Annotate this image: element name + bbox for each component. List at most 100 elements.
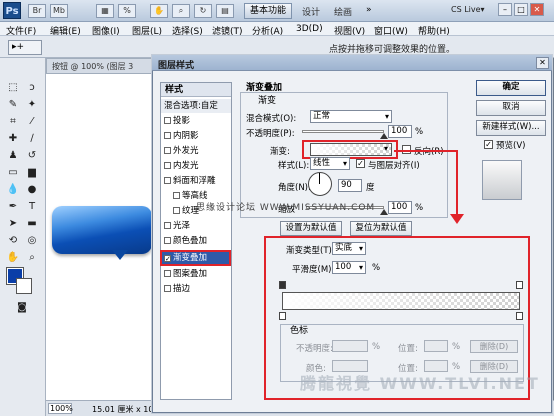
cs-live-menu[interactable]: CS Live▾	[451, 5, 485, 14]
reset-default-button[interactable]: 复位为默认值	[350, 221, 412, 236]
delete-opacity-stop-button[interactable]: 删除(D)	[470, 340, 518, 353]
crop-tool-icon[interactable]: ⌗	[4, 114, 22, 130]
shape-tool-icon[interactable]: ▬	[23, 216, 41, 232]
zoom-tool-icon[interactable]: ⌕	[172, 4, 190, 18]
clone-stamp-tool-icon[interactable]: ♟	[4, 148, 22, 164]
style-item-color-overlay[interactable]: 颜色叠加	[161, 234, 231, 248]
checkbox-icon[interactable]	[164, 147, 171, 154]
angle-dial[interactable]	[308, 172, 332, 196]
workspace-painting[interactable]: 绘画	[334, 5, 352, 18]
checkbox-icon[interactable]	[164, 270, 171, 277]
style-item-blending-options[interactable]: 混合选项:自定	[161, 99, 231, 113]
menu-3d[interactable]: 3D(D)	[296, 24, 323, 34]
3d-orbit-tool-icon[interactable]: ◎	[23, 233, 41, 249]
gradient-style-value: 线性	[313, 158, 331, 168]
lasso-tool-icon[interactable]: ↄ	[23, 80, 41, 96]
magic-wand-tool-icon[interactable]: ✦	[23, 97, 41, 113]
style-item-pattern-overlay[interactable]: 图案叠加	[161, 267, 231, 281]
ok-button[interactable]: 确定	[476, 80, 546, 96]
checkbox-icon[interactable]	[164, 237, 171, 244]
zoom-input[interactable]: 100%	[48, 403, 73, 414]
style-item-satin[interactable]: 光泽	[161, 219, 231, 233]
scale-slider-thumb[interactable]	[380, 209, 388, 215]
checkbox-icon[interactable]	[164, 132, 171, 139]
bridge-icon[interactable]: Br	[28, 4, 46, 18]
tool-preset-picker[interactable]: ▸+	[8, 40, 42, 55]
tlvi-watermark: 腾龍視覺 WWW.TLVI.NET	[300, 374, 540, 393]
smoothness-input[interactable]: 100	[332, 261, 366, 274]
set-default-button[interactable]: 设置为默认值	[280, 221, 342, 236]
marquee-tool-icon[interactable]: ⬚	[4, 80, 22, 96]
zoom-level-icon[interactable]: %	[118, 4, 136, 18]
style-item-inner-glow[interactable]: 内发光	[161, 159, 231, 173]
stop-opacity-input[interactable]	[332, 340, 368, 352]
blend-mode-select[interactable]: 正常	[310, 110, 392, 123]
workspace-essentials-button[interactable]: 基本功能	[244, 3, 292, 19]
minimize-button[interactable]: –	[498, 3, 512, 16]
pen-tool-icon[interactable]: ✒	[4, 199, 22, 215]
view-extras-icon[interactable]: ▦	[96, 4, 114, 18]
gradient-tool-icon[interactable]: ▆	[23, 165, 41, 181]
stop-location-unit: %	[452, 342, 461, 352]
opacity-stop-right[interactable]	[516, 281, 523, 289]
color-stop-left[interactable]	[279, 312, 286, 320]
document-title: 按钮 @ 100% (图层 3	[52, 62, 134, 71]
checkbox-icon[interactable]	[173, 207, 180, 214]
background-color-swatch[interactable]	[16, 278, 32, 294]
angle-unit: 度	[366, 183, 375, 193]
close-app-button[interactable]: ✕	[530, 3, 544, 16]
gradient-fieldset-label: 渐变	[258, 96, 277, 106]
stop-location-input[interactable]	[424, 340, 448, 352]
opacity-stop-left[interactable]	[279, 281, 286, 289]
minibridge-icon[interactable]: Mb	[50, 4, 68, 18]
style-item-bevel-emboss[interactable]: 斜面和浮雕	[161, 174, 231, 188]
hand-tool-side-icon[interactable]: ✋	[4, 250, 22, 266]
checkbox-icon[interactable]	[164, 162, 171, 169]
new-style-button[interactable]: 新建样式(W)...	[476, 120, 546, 136]
align-with-layer-checkbox[interactable]: ✓	[356, 159, 365, 168]
blur-tool-icon[interactable]: 💧	[4, 182, 22, 198]
quick-select-tool-icon[interactable]: ✎	[4, 97, 22, 113]
angle-input[interactable]: 90	[338, 179, 362, 192]
zoom-tool-side-icon[interactable]: ⌕	[23, 250, 41, 266]
brush-tool-icon[interactable]: ∕	[23, 131, 41, 147]
eraser-tool-icon[interactable]: ▭	[4, 165, 22, 181]
opacity-slider-thumb[interactable]	[380, 133, 388, 139]
maximize-button[interactable]: □	[514, 3, 528, 16]
checkbox-icon[interactable]	[164, 285, 171, 292]
style-item-drop-shadow[interactable]: 投影	[161, 114, 231, 128]
checkbox-icon[interactable]	[164, 177, 171, 184]
quick-mask-icon[interactable]: ◙	[13, 300, 31, 316]
rotate-view-icon[interactable]: ↻	[194, 4, 212, 18]
history-brush-tool-icon[interactable]: ↺	[23, 148, 41, 164]
style-item-inner-shadow[interactable]: 内阴影	[161, 129, 231, 143]
styles-list-header[interactable]: 样式	[161, 83, 231, 97]
dodge-tool-icon[interactable]: ●	[23, 182, 41, 198]
preview-checkbox[interactable]: ✓	[484, 140, 493, 149]
workspace-more-icon[interactable]: »	[366, 5, 372, 15]
workspace-design[interactable]: 设计	[302, 5, 320, 18]
style-item-outer-glow[interactable]: 外发光	[161, 144, 231, 158]
healing-brush-tool-icon[interactable]: ✚	[4, 131, 22, 147]
gradient-type-select[interactable]: 实底	[332, 242, 366, 255]
opacity-input[interactable]: 100	[388, 125, 412, 138]
dialog-titlebar[interactable]	[152, 55, 552, 71]
checkbox-icon[interactable]	[173, 192, 180, 199]
gradient-style-select[interactable]: 线性	[310, 157, 350, 170]
dialog-close-button[interactable]: ✕	[536, 57, 549, 69]
color-stop-right[interactable]	[516, 312, 523, 320]
type-tool-icon[interactable]: T	[23, 199, 41, 215]
hand-tool-icon[interactable]: ✋	[150, 4, 168, 18]
3d-rotate-tool-icon[interactable]: ⟲	[4, 233, 22, 249]
scale-input[interactable]: 100	[388, 201, 412, 214]
checkbox-icon[interactable]	[164, 117, 171, 124]
cancel-button[interactable]: 取消	[476, 100, 546, 116]
checkbox-icon[interactable]	[164, 222, 171, 229]
gradient-preview-bar[interactable]	[282, 292, 520, 310]
stop-location-label: 位置:	[398, 344, 418, 354]
arrange-docs-icon[interactable]: ▤	[216, 4, 234, 18]
path-selection-tool-icon[interactable]: ➤	[4, 216, 22, 232]
opacity-slider[interactable]	[302, 130, 384, 133]
eyedropper-tool-icon[interactable]: ⁄	[23, 114, 41, 130]
style-item-stroke[interactable]: 描边	[161, 282, 231, 296]
